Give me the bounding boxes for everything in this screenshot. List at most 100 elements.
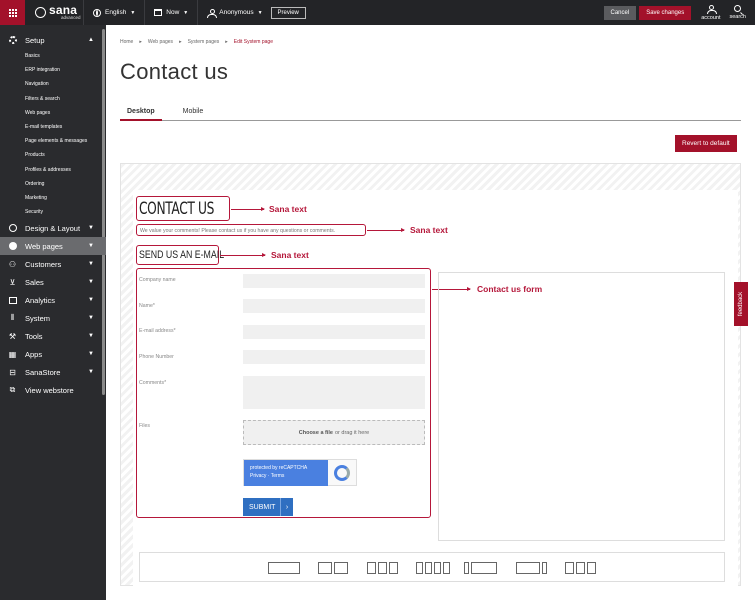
placeholder-glyph (389, 562, 398, 574)
placeholder-glyph (318, 562, 332, 574)
drag-hint: or drag it here (334, 429, 370, 436)
file-upload-dropzone[interactable]: Choose a file or drag it here (243, 420, 425, 445)
breadcrumb: Home ▸ Web pages ▸ System pages ▸ Edit S… (120, 39, 273, 45)
sidebar-item-system[interactable]: ⦀ System ▼ (0, 309, 106, 327)
sidebar-item-sanastore[interactable]: ⊟ SanaStore ▼ (0, 363, 106, 381)
contact-us-form[interactable]: Company name Name* E-mail address* Phone… (136, 268, 431, 518)
sidebar-item-analytics[interactable]: Analytics ▼ (0, 291, 106, 309)
page-preview-content: CONTACT US Sana text We value your comme… (133, 190, 738, 587)
sidebar-subitem-products[interactable]: Products (0, 148, 106, 162)
placeholder-glyph (378, 562, 387, 574)
sidebar-subitem-profiles-addresses[interactable]: Profiles & addresses (0, 163, 106, 177)
brand-edition: advanced (61, 15, 81, 21)
breadcrumb-system-pages[interactable]: System pages (188, 39, 220, 45)
send-email-heading[interactable]: SEND US AN E-MAIL (136, 245, 224, 265)
recaptcha-links[interactable]: Privacy · Terms (250, 473, 328, 481)
sidebar-item-label: Analytics (25, 295, 56, 305)
sidebar-item-customers[interactable]: ⚇ Customers ▼ (0, 255, 106, 273)
breadcrumb-home[interactable]: Home (120, 39, 133, 45)
sidebar-item-view-webstore[interactable]: ⧉ View webstore (0, 381, 106, 399)
language-selector[interactable]: English ▼ (83, 0, 144, 25)
app-menu-button[interactable] (0, 0, 25, 25)
sana-logo: sana advanced (35, 4, 83, 21)
submit-button[interactable]: SUBMIT › (243, 498, 293, 516)
placeholder-glyph (565, 562, 574, 574)
sidebar-item-label: Setup (25, 35, 45, 45)
comments-field[interactable] (243, 376, 425, 409)
sidebar-item-setup[interactable]: Setup ▲ (0, 31, 106, 49)
contact-us-heading[interactable]: CONTACT US (136, 196, 230, 221)
date-label: Now (166, 9, 180, 16)
recaptcha-text: protected by reCAPTCHA (250, 465, 308, 471)
calendar-icon (154, 9, 163, 16)
sidebar-subitem-filters-search[interactable]: Filters & search (0, 92, 106, 106)
account-icon (706, 4, 717, 14)
sidebar-subitem-security[interactable]: Security (0, 205, 106, 219)
sidebar-subitem-email-templates[interactable]: E-mail templates (0, 120, 106, 134)
recaptcha-widget[interactable]: protected by reCAPTCHA Privacy · Terms (243, 459, 357, 486)
sidebar-item-label: System (25, 313, 51, 323)
user-selector[interactable]: Anonymous ▼ Preview (197, 0, 315, 25)
sidebar-subitem-basics[interactable]: Basics (0, 49, 106, 63)
sidebar-subitem-marketing[interactable]: Marketing (0, 191, 106, 205)
sidebar-subitem-navigation[interactable]: Navigation (0, 77, 106, 91)
grid-icon (8, 8, 17, 17)
breadcrumb-current: Edit System page (233, 39, 273, 45)
device-tabs: Desktop Mobile (120, 107, 741, 121)
sidebar-subitem-web-pages[interactable]: Web pages (0, 106, 106, 120)
search-button[interactable]: search (729, 5, 746, 20)
account-button[interactable]: account (701, 4, 720, 21)
sidebar-item-sales[interactable]: ⊻ Sales ▼ (0, 273, 106, 291)
wrench-icon: ⚒ (8, 331, 17, 341)
chevron-down-icon: ▼ (88, 315, 94, 322)
sidebar-subitem-ordering[interactable]: Ordering (0, 177, 106, 191)
sidebar-item-web-pages[interactable]: Web pages ▼ (0, 237, 106, 256)
feedback-tab[interactable]: feedback (734, 282, 748, 326)
company-name-field[interactable] (243, 274, 425, 288)
placeholder-glyph (471, 562, 497, 574)
sidebar-subitem-erp-integration[interactable]: ERP integration (0, 63, 106, 77)
placeholder-glyph (576, 562, 585, 574)
files-label: Files (139, 423, 150, 429)
cancel-button[interactable]: Cancel (603, 5, 637, 20)
phone-label: Phone Number (139, 354, 174, 360)
breadcrumb-web-pages[interactable]: Web pages (148, 39, 173, 45)
sana-logo-icon (35, 7, 46, 18)
sidebar-item-label: Apps (25, 349, 43, 359)
sidebar-item-label: SanaStore (25, 367, 61, 377)
feedback-label: feedback (738, 291, 745, 317)
preview-button[interactable]: Preview (270, 6, 306, 19)
external-link-icon: ⧉ (9, 385, 16, 395)
placeholder-glyph (443, 562, 450, 574)
page-title: Contact us (120, 59, 229, 84)
save-changes-button[interactable]: Save changes (639, 5, 692, 20)
right-content-panel[interactable] (438, 272, 725, 541)
chevron-down-icon: ▼ (88, 261, 94, 268)
email-field[interactable] (243, 325, 425, 339)
placeholder-glyph (425, 562, 432, 574)
revert-to-default-button[interactable]: Revert to default (675, 135, 737, 152)
customers-icon: ⚇ (8, 259, 17, 269)
sidebar-item-label: Tools (25, 331, 43, 341)
sidebar-item-tools[interactable]: ⚒ Tools ▼ (0, 327, 106, 345)
sidebar-subitem-page-elements[interactable]: Page elements & messages (0, 134, 106, 148)
search-icon (734, 5, 742, 12)
chevron-down-icon: ▼ (257, 9, 263, 16)
annotation-sana-text: Sana text (269, 204, 307, 214)
system-icon: ⦀ (10, 313, 15, 323)
user-icon (207, 8, 218, 18)
sidebar-item-apps[interactable]: ▦ Apps ▼ (0, 345, 106, 363)
name-field[interactable] (243, 299, 425, 313)
tab-desktop[interactable]: Desktop (120, 107, 162, 121)
phone-field[interactable] (243, 350, 425, 364)
language-label: English (105, 9, 127, 16)
placeholder-glyph (268, 562, 300, 574)
date-selector[interactable]: Now ▼ (144, 0, 197, 25)
chevron-down-icon: ▼ (88, 369, 94, 376)
bottom-content-bar[interactable] (139, 552, 725, 582)
cart-icon: ⊻ (9, 277, 16, 287)
contact-intro-text[interactable]: We value your comments! Please contact u… (136, 224, 366, 236)
tab-mobile[interactable]: Mobile (176, 107, 211, 121)
sidebar-item-design-layout[interactable]: Design & Layout ▼ (0, 219, 106, 237)
choose-file-link[interactable]: Choose a file (299, 430, 333, 436)
